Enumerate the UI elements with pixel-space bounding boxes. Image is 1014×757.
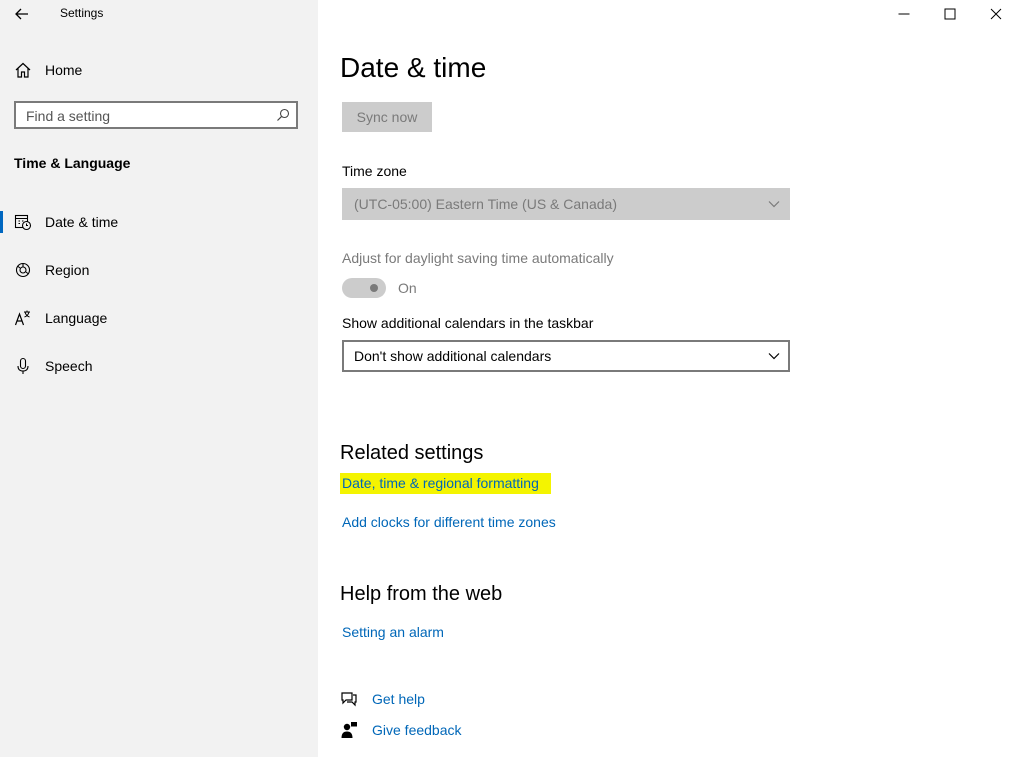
calendars-dropdown[interactable]: Don't show additional calendars <box>342 340 790 372</box>
daylight-saving-label: Adjust for daylight saving time automati… <box>342 250 614 266</box>
time-zone-label: Time zone <box>342 163 407 179</box>
maximize-icon <box>944 8 956 20</box>
get-help-link[interactable]: Get help <box>340 688 425 710</box>
minimize-button[interactable] <box>881 0 927 28</box>
sidebar-item-label: Speech <box>45 358 93 374</box>
give-feedback-link[interactable]: Give feedback <box>340 719 462 741</box>
toggle-knob <box>370 284 378 292</box>
chevron-down-icon <box>768 201 780 208</box>
sidebar-item-label: Language <box>45 310 108 326</box>
give-feedback-label: Give feedback <box>372 722 462 738</box>
time-zone-value: (UTC-05:00) Eastern Time (US & Canada) <box>354 196 617 212</box>
back-arrow-icon <box>15 8 28 20</box>
close-icon <box>990 8 1002 20</box>
sidebar-item-label: Date & time <box>45 214 119 230</box>
sync-now-button[interactable]: Sync now <box>342 102 432 132</box>
sidebar: Settings Home Time & Language Date & tim… <box>0 0 318 757</box>
get-help-label: Get help <box>372 691 425 707</box>
sidebar-item-region[interactable]: Region <box>0 250 318 290</box>
close-button[interactable] <box>973 0 1014 28</box>
home-icon <box>15 62 31 78</box>
sidebar-item-speech[interactable]: Speech <box>0 346 318 386</box>
related-settings-heading: Related settings <box>340 442 484 464</box>
help-heading: Help from the web <box>340 583 503 605</box>
sidebar-item-date-time[interactable]: Date & time <box>0 202 318 242</box>
back-button[interactable] <box>12 4 32 24</box>
regional-formatting-link[interactable]: Date, time & regional formatting <box>340 473 551 494</box>
sidebar-item-language[interactable]: Language <box>0 298 318 338</box>
home-label: Home <box>45 62 83 78</box>
calendars-label: Show additional calendars in the taskbar <box>342 315 594 331</box>
page-title: Date & time <box>340 52 487 83</box>
language-icon <box>14 310 30 326</box>
sidebar-item-label: Region <box>45 262 90 278</box>
toggle-state-label: On <box>398 280 417 296</box>
section-title: Time & Language <box>14 155 131 171</box>
sidebar-item-home[interactable]: Home <box>14 58 82 82</box>
search-icon[interactable] <box>276 108 290 122</box>
calendars-value: Don't show additional calendars <box>354 348 552 364</box>
add-clocks-link[interactable]: Add clocks for different time zones <box>342 514 556 530</box>
chevron-down-icon <box>768 353 780 360</box>
main-content: Date & time Sync now Time zone (UTC-05:0… <box>318 0 1014 757</box>
selection-indicator <box>0 211 3 233</box>
minimize-icon <box>898 13 910 15</box>
daylight-saving-toggle[interactable] <box>342 278 386 298</box>
globe-icon <box>15 262 31 278</box>
search-input[interactable] <box>26 107 266 125</box>
setting-alarm-link[interactable]: Setting an alarm <box>342 624 444 640</box>
search-box[interactable] <box>14 101 298 129</box>
time-zone-dropdown[interactable]: (UTC-05:00) Eastern Time (US & Canada) <box>342 188 790 220</box>
maximize-button[interactable] <box>927 0 973 28</box>
feedback-icon <box>341 722 357 738</box>
chat-help-icon <box>341 692 357 707</box>
calendar-clock-icon <box>14 214 32 231</box>
microphone-icon <box>17 357 29 374</box>
app-title: Settings <box>60 6 104 20</box>
